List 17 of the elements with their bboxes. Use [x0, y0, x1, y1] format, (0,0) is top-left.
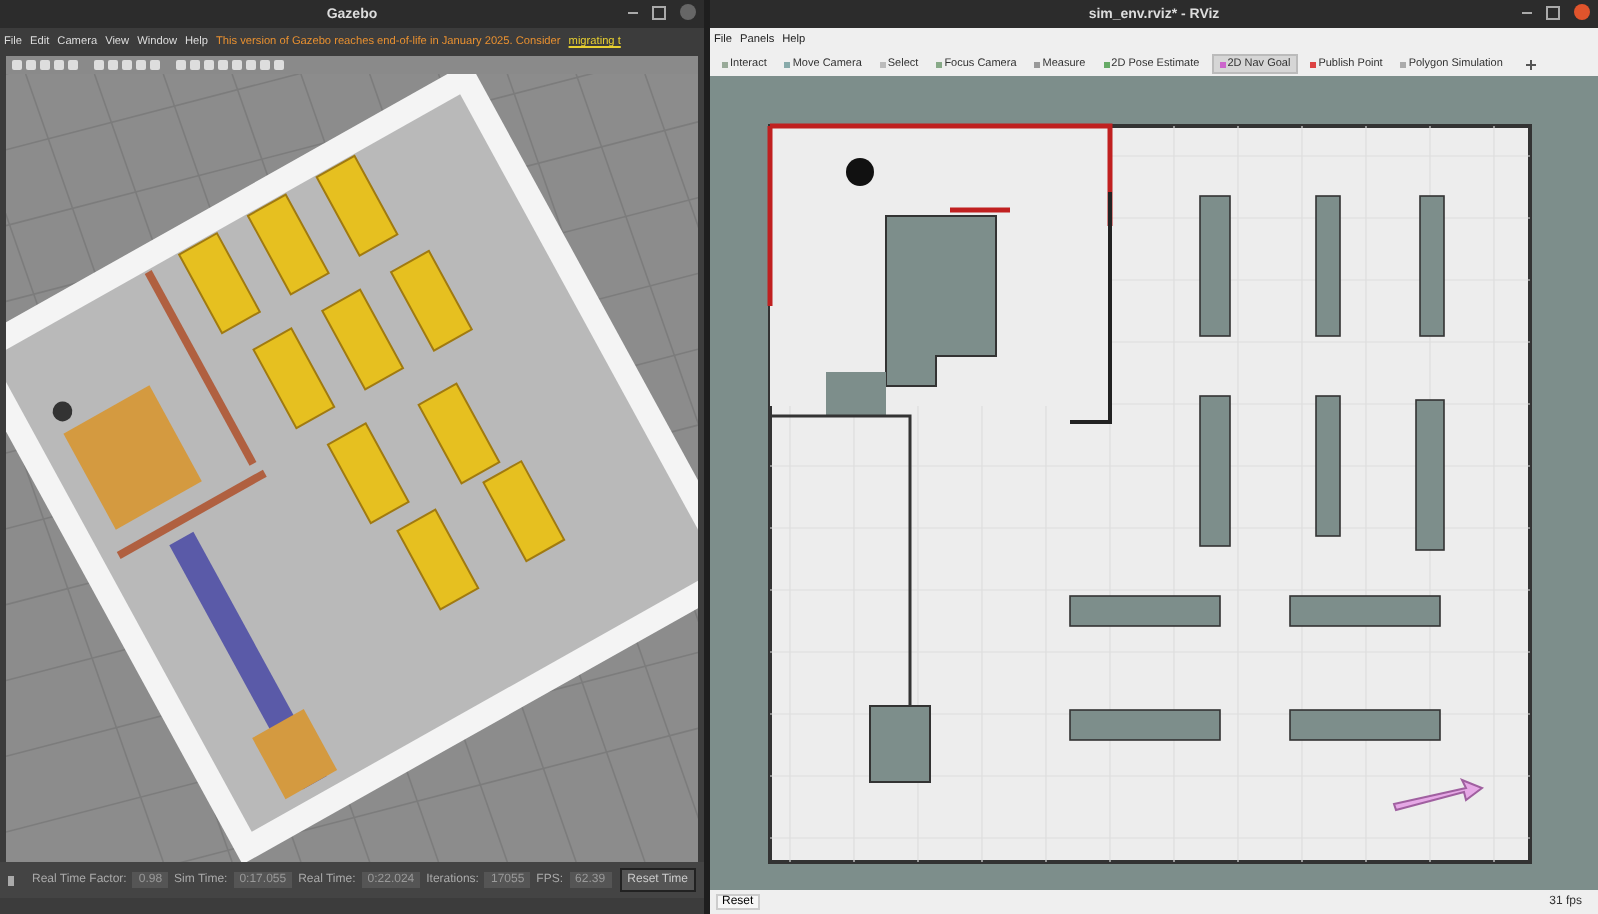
tool-icon [1310, 61, 1317, 67]
tool-icon [879, 61, 886, 67]
minimize-icon[interactable] [1522, 11, 1532, 13]
maximize-icon[interactable] [1546, 5, 1560, 19]
add-icon[interactable] [1526, 59, 1537, 69]
tool-icon [722, 61, 728, 67]
tool-icon [1103, 61, 1110, 67]
maximize-icon[interactable] [652, 5, 666, 19]
close-icon[interactable] [680, 4, 696, 20]
tool-icon [784, 61, 791, 67]
tool-icon [1034, 61, 1041, 67]
close-icon[interactable] [1574, 4, 1590, 20]
tool-icon [1400, 61, 1407, 67]
minimize-icon[interactable] [628, 11, 638, 13]
tool-icon [936, 61, 943, 67]
tool-icon [1219, 61, 1226, 67]
pause-icon[interactable] [8, 875, 14, 885]
